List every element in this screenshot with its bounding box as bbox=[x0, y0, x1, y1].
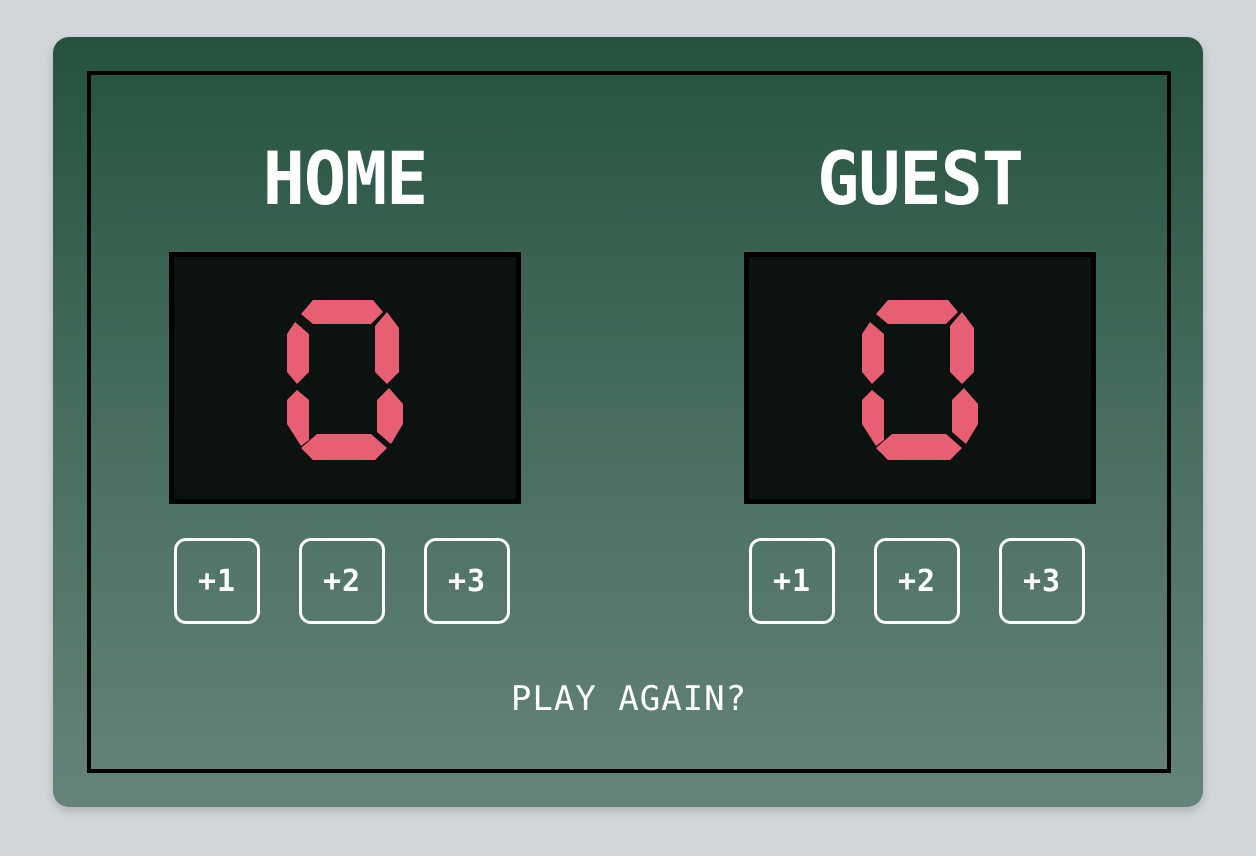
home-add-1-button[interactable]: +1 bbox=[174, 538, 260, 624]
seven-segment-zero-icon bbox=[862, 300, 978, 460]
guest-score-value: 0 bbox=[749, 257, 750, 258]
guest-score-buttons: +1 +2 +3 bbox=[749, 538, 1094, 628]
home-score-digit bbox=[287, 300, 403, 460]
seven-segment-zero-icon bbox=[287, 300, 403, 460]
home-score-buttons: +1 +2 +3 bbox=[174, 538, 519, 628]
home-add-2-button[interactable]: +2 bbox=[299, 538, 385, 624]
home-score-display: 0 bbox=[169, 252, 521, 504]
guest-score-digit bbox=[862, 300, 978, 460]
guest-team-title: GUEST bbox=[817, 135, 1024, 223]
scoreboard: HOME +1 +2 +3 GUEST +1 +2 +3 PLAY AGAIN? bbox=[53, 37, 1203, 807]
guest-score-display: 0 bbox=[744, 252, 1096, 504]
guest-add-3-button[interactable]: +3 bbox=[999, 538, 1085, 624]
home-add-3-button[interactable]: +3 bbox=[424, 538, 510, 624]
guest-add-1-button[interactable]: +1 bbox=[749, 538, 835, 624]
home-score-value: 0 bbox=[174, 257, 175, 258]
home-team-title: HOME bbox=[262, 135, 429, 223]
guest-add-2-button[interactable]: +2 bbox=[874, 538, 960, 624]
scoreboard-frame: HOME +1 +2 +3 GUEST +1 +2 +3 PLAY AGAIN? bbox=[87, 71, 1171, 773]
play-again-button[interactable]: PLAY AGAIN? bbox=[91, 679, 1167, 719]
